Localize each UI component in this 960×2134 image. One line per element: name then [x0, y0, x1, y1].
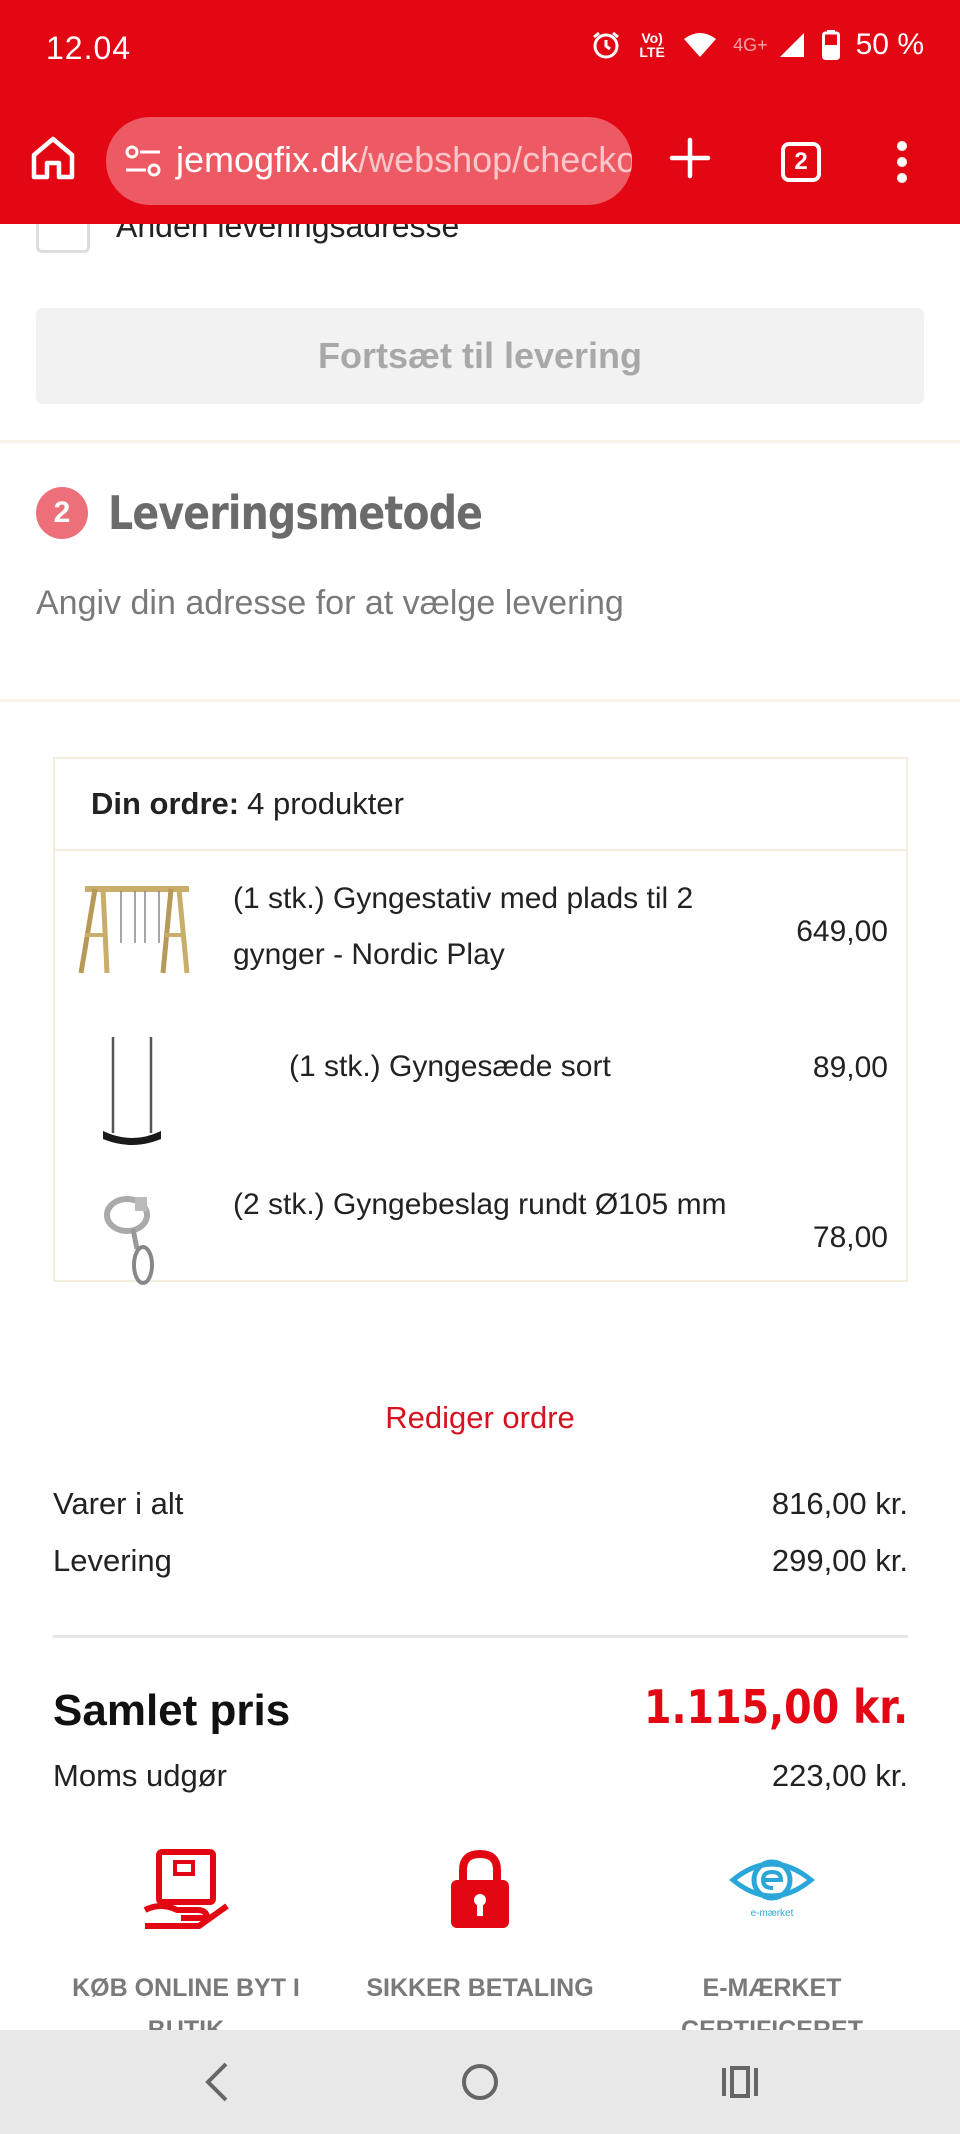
order-item: (1 stk.) Gyngestativ med plads til 2 gyn…: [55, 855, 906, 1005]
summary-delivery-value: 299,00 kr.: [771, 1543, 908, 1578]
order-count: 4 produkter: [247, 786, 404, 821]
summary-items-row: Varer i alt 816,00 kr.: [53, 1486, 908, 1522]
tabs-button[interactable]: 2: [781, 142, 821, 182]
plus-icon[interactable]: [668, 136, 712, 180]
swing-bracket-image: [104, 1196, 154, 1285]
order-item-price: 649,00: [796, 915, 888, 948]
alt-address-label[interactable]: Anden leveringsadresse: [116, 224, 459, 245]
summary-delivery-row: Levering 299,00 kr.: [53, 1543, 908, 1579]
summary-divider: [53, 1635, 908, 1638]
more-vert-icon[interactable]: [896, 140, 908, 184]
emaerket-icon: e-mærket: [729, 1859, 815, 1919]
order-label: Din ordre:: [91, 786, 240, 821]
step-subtitle: Angiv din adresse for at vælge levering: [36, 584, 624, 622]
alarm-icon: [593, 31, 620, 59]
battery-percent: 50 %: [855, 28, 924, 61]
summary-items-label: Varer i alt: [53, 1486, 184, 1521]
alt-address-checkbox[interactable]: [36, 224, 90, 253]
summary-items-value: 816,00 kr.: [771, 1486, 908, 1521]
status-bar: 12.04 Vo) LTE 4G+ 50 %: [0, 0, 960, 100]
order-header: Din ordre: 4 produkter: [55, 759, 906, 851]
order-item-price: 89,00: [812, 1051, 888, 1084]
exchange-hand-icon: [143, 1849, 229, 1929]
divider: [0, 440, 960, 443]
url-path: /webshop/checkout: [358, 139, 632, 180]
tune-icon[interactable]: [124, 143, 162, 179]
lock-icon: [451, 1849, 509, 1928]
total-label: Samlet pris: [53, 1686, 291, 1735]
badge-label: SIKKER BETALING: [366, 1974, 594, 2002]
badge-exchange: KØB ONLINE BYT I BUTIK: [56, 1844, 316, 2030]
vat-value: 223,00 kr.: [771, 1758, 908, 1793]
url-text[interactable]: jemogfix.dk/webshop/checkout: [176, 139, 632, 181]
vat-row: Moms udgør 223,00 kr.: [53, 1758, 908, 1794]
edit-order-link[interactable]: Rediger ordre: [0, 1400, 960, 1436]
status-icons: Vo) LTE 4G+ 50 %: [591, 28, 924, 62]
status-time: 12.04: [46, 30, 132, 66]
emaerket-logo-text: e-mærket: [751, 1908, 794, 1919]
network-type: 4G+: [733, 34, 768, 55]
url-host: jemogfix.dk: [176, 139, 359, 180]
home-circle-icon[interactable]: [458, 2060, 502, 2104]
wifi-icon: [684, 33, 717, 57]
home-icon[interactable]: [28, 133, 78, 183]
order-item: (2 stk.) Gyngebeslag rundt Ø105 mm 78,00: [55, 1188, 906, 1341]
badge-emaerket: e-mærket E-MÆRKET CERTIFICERET: [642, 1844, 902, 2030]
checkout-page: Anden leveringsadresse Fortsæt til lever…: [0, 224, 960, 2030]
order-item-name: (1 stk.) Gyngestativ med plads til 2 gyn…: [233, 882, 694, 971]
order-item: (1 stk.) Gyngesæde sort 89,00: [55, 1023, 906, 1173]
divider: [0, 699, 960, 702]
vat-label: Moms udgør: [53, 1758, 227, 1793]
order-summary-box: Din ordre: 4 produkter (1 stk.) Gyngesta…: [53, 757, 908, 1285]
browser-toolbar: jemogfix.dk/webshop/checkout 2: [0, 100, 960, 224]
alt-address-row[interactable]: Anden leveringsadresse: [36, 224, 459, 256]
badge-secure-payment: SIKKER BETALING: [350, 1844, 610, 2009]
continue-to-delivery-button[interactable]: Fortsæt til levering: [36, 308, 924, 404]
back-icon[interactable]: [200, 2060, 236, 2104]
swing-seat-image: [103, 1037, 161, 1145]
signal-icon: [779, 33, 804, 57]
system-navbar: [0, 2030, 960, 2134]
order-item-name: (2 stk.) Gyngebeslag rundt Ø105 mm: [233, 1188, 727, 1221]
order-item-name: (1 stk.) Gyngesæde sort: [289, 1050, 611, 1083]
step-number-badge: 2: [36, 487, 88, 539]
trust-badges: KØB ONLINE BYT I BUTIK SIKKER BETALING e…: [0, 1844, 960, 2030]
summary-delivery-label: Levering: [53, 1543, 172, 1578]
delivery-step-header: 2 Leveringsmetode: [36, 486, 543, 540]
step-title: Leveringsmetode: [108, 486, 483, 540]
swing-frame-image: [78, 886, 190, 974]
total-value: 1.115,00 kr.: [643, 1680, 908, 1734]
recents-icon[interactable]: [718, 2060, 762, 2104]
url-bar[interactable]: jemogfix.dk/webshop/checkout: [106, 117, 632, 205]
badge-label: E-MÆRKET CERTIFICERET: [681, 1974, 863, 2030]
battery-icon: [821, 30, 840, 60]
badge-label: KØB ONLINE BYT I BUTIK: [72, 1974, 300, 2030]
order-item-price: 78,00: [812, 1221, 888, 1254]
volte-indicator: Vo) LTE: [639, 30, 665, 60]
